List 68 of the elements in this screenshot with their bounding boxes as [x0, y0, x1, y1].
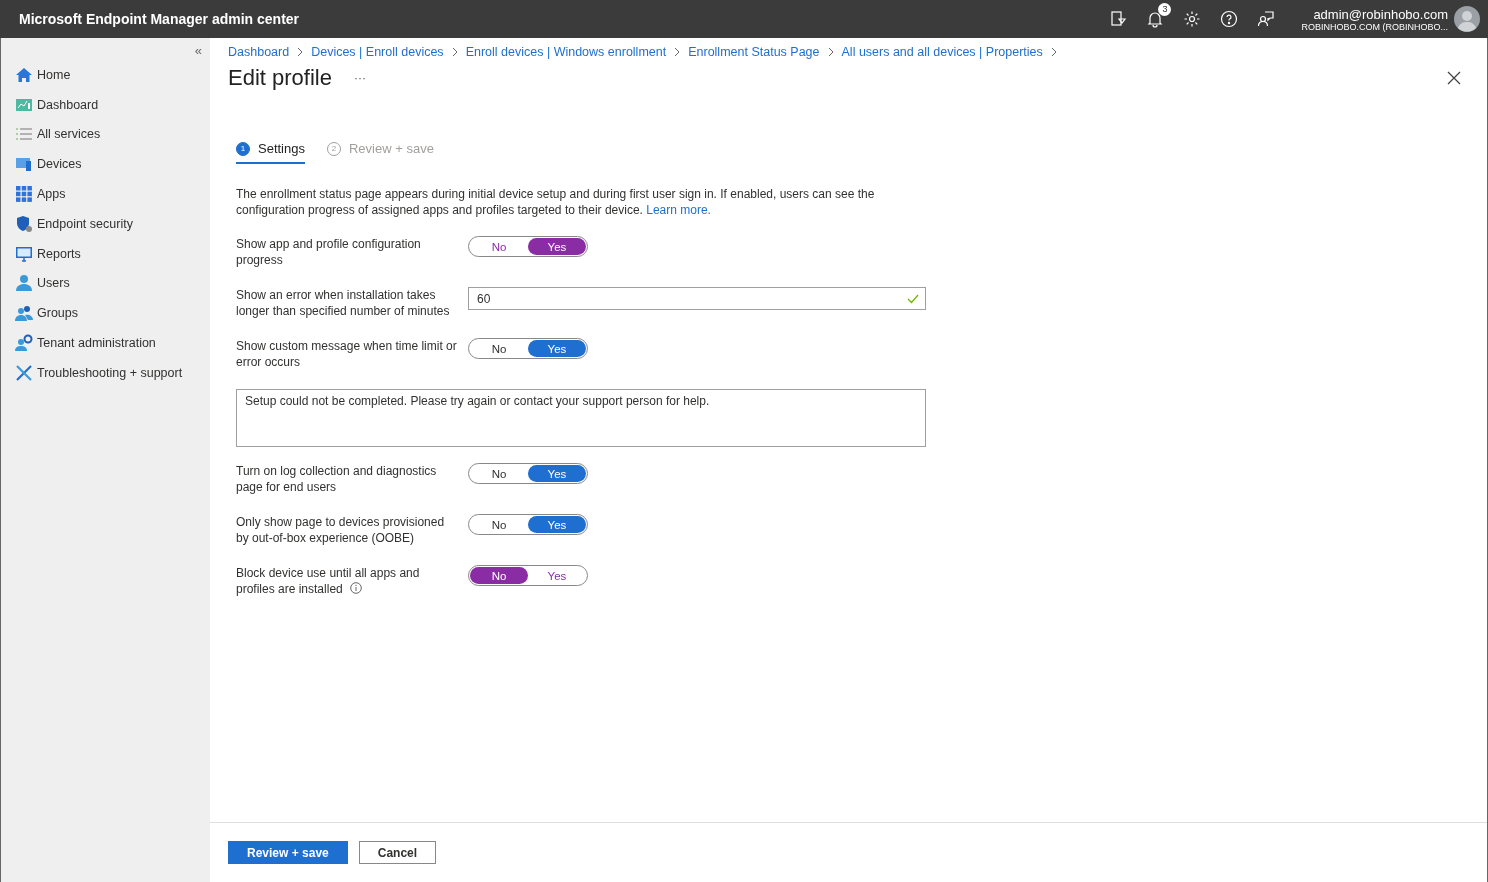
- sidebar-item[interactable]: Tenant administration: [1, 328, 210, 358]
- setting-label: Turn on log collection and diagnostics page for end users: [236, 463, 438, 495]
- chevron-icon: [826, 47, 835, 57]
- sidebar-item[interactable]: Apps: [1, 179, 210, 209]
- sidebar-item[interactable]: All services: [1, 119, 210, 150]
- custom-message-textarea[interactable]: Setup could not be completed. Please try again or contact your support person for help.: [236, 389, 926, 447]
- setting-label: Show an error when installation takes longer than specified number of minutes: [236, 287, 451, 319]
- page-title: Edit profile: [228, 65, 332, 91]
- toggle-option[interactable]: No: [470, 567, 528, 584]
- sidebar-item[interactable]: Troubleshooting + support: [1, 357, 210, 388]
- cancel-button[interactable]: Cancel: [358, 841, 437, 864]
- close-icon[interactable]: [1447, 71, 1461, 85]
- notification-bell-icon[interactable]: [1146, 10, 1165, 28]
- breadcrumb-link[interactable]: Dashboard: [228, 45, 290, 59]
- user-gear-icon: [15, 334, 33, 353]
- breadcrumb-link[interactable]: All users and all devices | Properties: [841, 45, 1043, 59]
- setting-label: Block device use until all apps and profiles are installed: [236, 565, 421, 597]
- sidebar-item[interactable]: Dashboard: [1, 89, 210, 120]
- settings-icon[interactable]: [1183, 10, 1202, 28]
- sidebar-item[interactable]: Devices: [1, 149, 210, 180]
- sidebar-item[interactable]: Endpoint security: [1, 209, 210, 239]
- sidebar-item[interactable]: Groups: [1, 298, 210, 329]
- description-text: The enrollment status page appears during initial device setup and during first user sign in. If enabled, users can see the configuration progress of assigned apps and profiles targeted to their device. Learn more.: [236, 186, 876, 218]
- avatar-icon[interactable]: [1454, 6, 1480, 32]
- toggle-option[interactable]: Yes: [528, 465, 586, 482]
- toggle-option[interactable]: Yes: [528, 238, 586, 255]
- toggle-option[interactable]: No: [470, 340, 528, 357]
- monitor-icon: [15, 244, 33, 263]
- sidebar-item[interactable]: Users: [1, 268, 210, 299]
- tools-icon: [15, 363, 33, 382]
- toggle-option[interactable]: No: [470, 238, 528, 255]
- chevron-icon: [1049, 47, 1058, 57]
- person-feedback-icon[interactable]: [1257, 10, 1276, 28]
- collapse-button[interactable]: «: [192, 40, 204, 60]
- learn-more-link[interactable]: Learn more.: [646, 203, 711, 217]
- account-email[interactable]: admin@robinhobo.com: [1313, 6, 1448, 22]
- setting-label: Only show page to devices provisioned by out-of-box experience (OOBE): [236, 514, 446, 546]
- feedback-device-icon[interactable]: [1109, 10, 1128, 28]
- chevron-icon: [673, 47, 682, 57]
- shield-icon: [15, 214, 33, 233]
- toggle-option[interactable]: Yes: [528, 567, 586, 584]
- chevron-icon: [296, 47, 305, 57]
- house-icon: [15, 65, 33, 84]
- info-icon[interactable]: [349, 582, 362, 594]
- chevron-icon: [450, 47, 459, 57]
- toggle-option[interactable]: No: [470, 516, 528, 533]
- toggle-option[interactable]: Yes: [528, 516, 586, 533]
- review-save-button[interactable]: Review + save: [228, 841, 348, 864]
- toggle-option[interactable]: No: [470, 465, 528, 482]
- notification-count-badge: 3: [1158, 3, 1172, 16]
- breadcrumb-link[interactable]: Devices | Enroll devices: [311, 45, 444, 59]
- more-button[interactable]: ···: [347, 70, 372, 86]
- sidebar-item[interactable]: Reports: [1, 238, 210, 269]
- devices-icon: [15, 155, 33, 174]
- breadcrumb-link[interactable]: Enroll devices | Windows enrollment: [465, 45, 667, 59]
- user-icon: [15, 274, 33, 293]
- wizard-step-tab[interactable]: 1 Settings: [236, 141, 305, 164]
- setting-label: Show custom message when time limit or error occurs: [236, 338, 458, 370]
- toggle-option[interactable]: Yes: [528, 340, 586, 357]
- grid-icon: [15, 185, 33, 204]
- group-icon: [15, 304, 33, 323]
- setting-label: Show app and profile configuration progress: [236, 236, 422, 268]
- app-title: Microsoft Endpoint Manager admin center: [19, 11, 300, 27]
- help-icon[interactable]: [1220, 10, 1239, 28]
- breadcrumb-link[interactable]: Enrollment Status Page: [688, 45, 820, 59]
- minutes-input-field[interactable]: 60: [468, 287, 926, 310]
- sidebar-item[interactable]: Home: [1, 60, 210, 90]
- tenant-name: ROBINHOBO.COM (ROBINHOBO...: [1301, 21, 1448, 32]
